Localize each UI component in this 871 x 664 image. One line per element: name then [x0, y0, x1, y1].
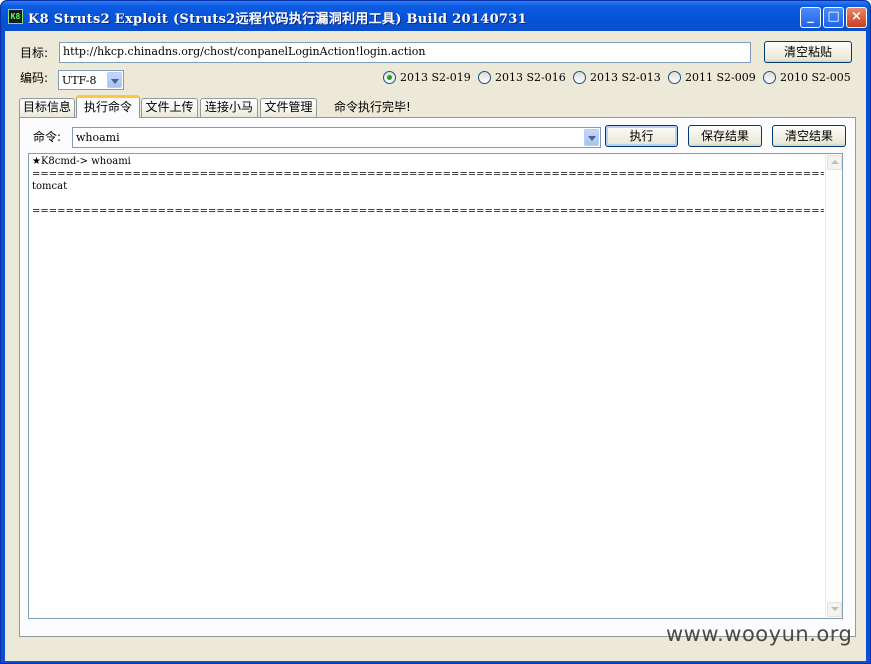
- radio-s2-013[interactable]: 2013 S2-013: [573, 71, 661, 84]
- clear-paste-button[interactable]: 清空粘贴: [764, 41, 852, 63]
- output-separator: ========================================…: [32, 206, 824, 217]
- encoding-select[interactable]: UTF-8: [58, 70, 124, 90]
- maximize-button[interactable]: □: [823, 7, 844, 28]
- target-label: 目标:: [20, 46, 49, 60]
- app-window: K8 K8 Struts2 Exploit (Struts2远程代码执行漏洞利用…: [0, 0, 871, 664]
- output-separator: ========================================…: [32, 168, 824, 180]
- scroll-up-icon[interactable]: [827, 155, 842, 170]
- output-blank-line: [32, 194, 824, 207]
- tab-execute-command[interactable]: 执行命令: [76, 95, 140, 118]
- output-textarea[interactable]: ★K8cmd-> whoami =========================…: [28, 153, 843, 619]
- radio-unchecked-icon[interactable]: [573, 71, 586, 84]
- radio-checked-icon[interactable]: [383, 71, 396, 84]
- tab-file-upload[interactable]: 文件上传: [141, 98, 198, 117]
- radio-s2-016[interactable]: 2013 S2-016: [478, 71, 566, 84]
- radio-s2-009[interactable]: 2011 S2-009: [668, 71, 756, 84]
- encoding-value: UTF-8: [62, 74, 97, 87]
- command-label: 命令:: [33, 130, 62, 144]
- scroll-down-icon[interactable]: [827, 602, 842, 617]
- execute-button[interactable]: 执行: [605, 125, 678, 147]
- command-panel: 命令: whoami 执行 保存结果 清空结果 ★K8cmd-> whoami =…: [19, 117, 856, 637]
- radio-s2-005[interactable]: 2010 S2-005: [763, 71, 851, 84]
- client-area: 目标: http://hkcp.chinadns.org/chost/conpa…: [5, 31, 866, 661]
- title-bar[interactable]: K8 K8 Struts2 Exploit (Struts2远程代码执行漏洞利用…: [1, 1, 870, 31]
- radio-unchecked-icon[interactable]: [668, 71, 681, 84]
- save-results-button[interactable]: 保存结果: [688, 125, 762, 147]
- close-button[interactable]: ×: [846, 7, 867, 28]
- minimize-button[interactable]: _: [800, 7, 821, 28]
- app-icon: K8: [8, 9, 23, 24]
- output-result: tomcat: [32, 181, 68, 192]
- output-prompt-line: ★K8cmd-> whoami: [32, 156, 131, 167]
- tab-file-manager[interactable]: 文件管理: [260, 98, 317, 117]
- watermark: www.wooyun.org: [666, 622, 853, 646]
- window-title: K8 Struts2 Exploit (Struts2远程代码执行漏洞利用工具)…: [28, 12, 527, 27]
- command-input[interactable]: whoami: [72, 127, 601, 148]
- command-value: whoami: [76, 131, 120, 144]
- status-text: 命令执行完毕!: [334, 100, 411, 114]
- clear-results-button[interactable]: 清空结果: [772, 125, 846, 147]
- encoding-label: 编码:: [20, 71, 49, 85]
- radio-unchecked-icon[interactable]: [763, 71, 776, 84]
- output-text: ★K8cmd-> whoami =========================…: [32, 156, 824, 219]
- radio-unchecked-icon[interactable]: [478, 71, 491, 84]
- tab-target-info[interactable]: 目标信息: [19, 98, 75, 117]
- chevron-down-icon[interactable]: [107, 72, 122, 88]
- target-url-input[interactable]: http://hkcp.chinadns.org/chost/conpanelL…: [59, 42, 751, 63]
- radio-s2-019[interactable]: 2013 S2-019: [383, 71, 471, 84]
- tab-connect-webshell[interactable]: 连接小马: [200, 98, 258, 117]
- chevron-down-icon[interactable]: [584, 129, 599, 146]
- vertical-scrollbar[interactable]: [825, 154, 842, 618]
